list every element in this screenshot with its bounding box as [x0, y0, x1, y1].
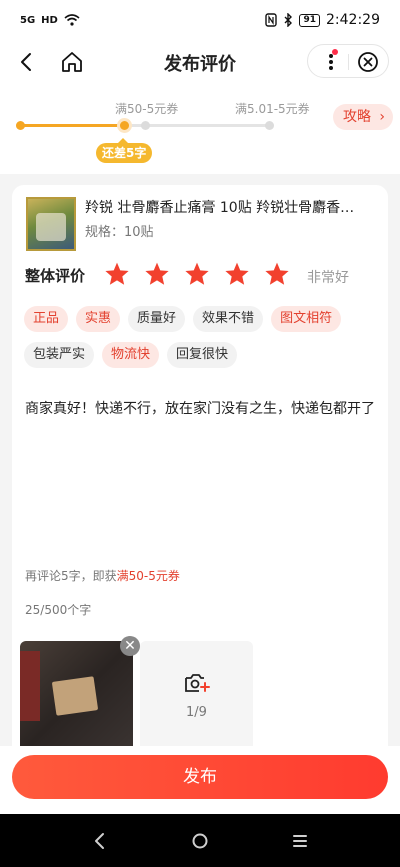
- reward-hint-prefix: 再评论5字，即获: [25, 569, 117, 583]
- reward-coupon: 满50-5元券: [116, 569, 180, 583]
- camera-add-icon: [185, 674, 210, 692]
- uploaded-photo[interactable]: [20, 641, 133, 754]
- reward-hint: 再评论5字，即获满50-5元券: [25, 567, 180, 584]
- tag-good-quality[interactable]: 质量好: [128, 306, 186, 332]
- hd-icon: HD: [41, 14, 58, 26]
- tag-good-value[interactable]: 实惠: [76, 306, 121, 332]
- signal-5g-icon: 5G: [20, 14, 36, 26]
- tag-matches-description[interactable]: 图文相符: [271, 306, 342, 332]
- add-photo-button[interactable]: 1/9: [140, 641, 253, 754]
- close-button[interactable]: [356, 50, 380, 74]
- nav-recents-icon[interactable]: [287, 828, 313, 854]
- product-image: [26, 197, 76, 251]
- remaining-chars-bubble: 还差5字: [96, 138, 153, 163]
- tag-secure-packaging[interactable]: 包装严实: [24, 342, 95, 368]
- tag-fast-reply[interactable]: 回复很快: [167, 342, 238, 368]
- tag-effective[interactable]: 效果不错: [193, 306, 264, 332]
- system-nav-bar: [0, 814, 400, 867]
- star-icon-3[interactable]: [184, 261, 210, 287]
- photo-content-box: [51, 676, 99, 716]
- status-bar: 5G HD 91 2:42:29: [0, 0, 400, 40]
- progress-current-dot: [120, 121, 129, 130]
- close-circle-icon: [358, 52, 378, 72]
- submit-bar: 发布: [0, 746, 400, 814]
- photo-count: 1/9: [186, 705, 207, 720]
- more-button[interactable]: [318, 49, 344, 75]
- capsule-divider: [348, 54, 349, 70]
- tips-label: 攻略: [343, 109, 371, 125]
- milestone-label-1: 满50-5元券: [115, 102, 179, 116]
- star-icon-2[interactable]: [144, 261, 170, 287]
- star-icon-1[interactable]: [104, 261, 130, 287]
- milestone-dot-1: [141, 121, 150, 130]
- battery-icon: 91: [299, 13, 321, 27]
- miniapp-capsule: [307, 44, 389, 78]
- product-spec: 规格：10贴: [85, 225, 154, 240]
- tag-fast-shipping[interactable]: 物流快: [102, 342, 160, 368]
- progress-start-dot: [16, 121, 25, 130]
- nav-header: 发布评价: [0, 40, 400, 84]
- milestone-dot-2: [265, 121, 274, 130]
- bluetooth-icon: [284, 13, 293, 27]
- nav-home-icon[interactable]: [187, 828, 213, 854]
- notification-dot: [332, 49, 338, 55]
- status-right: 91 2:42:29: [265, 12, 380, 28]
- rating-text: 非常好: [307, 270, 349, 286]
- review-tags: 正品 实惠 质量好 效果不错 图文相符 包装严实 物流快 回复很快: [24, 306, 384, 368]
- tag-authentic[interactable]: 正品: [24, 306, 69, 332]
- nav-back-icon[interactable]: [87, 828, 113, 854]
- product-name: 羚锐 壮骨麝香止痛膏 10贴 羚锐壮骨麝香…: [85, 200, 355, 216]
- rating-label: 整体评价: [25, 267, 86, 285]
- more-vertical-icon: [329, 54, 333, 70]
- milestone-label-2: 满5.01-5元券: [235, 102, 310, 116]
- star-rating: [104, 261, 290, 287]
- review-textarea[interactable]: 商家真好！快递不行，放在家门没有之生，快递包都开了: [25, 398, 380, 420]
- nfc-icon: [265, 13, 278, 27]
- char-count: 25/500个字: [25, 603, 92, 617]
- submit-button[interactable]: 发布: [12, 755, 388, 799]
- reward-progress: 满50-5元券 满5.01-5元券 还差5字 攻略 ›: [0, 84, 400, 174]
- tips-button[interactable]: 攻略 ›: [333, 104, 393, 130]
- star-icon-4[interactable]: [224, 261, 250, 287]
- chevron-right-icon: ›: [379, 109, 385, 125]
- wifi-icon: [64, 14, 80, 26]
- star-icon-5[interactable]: [264, 261, 290, 287]
- status-left: 5G HD: [20, 14, 80, 26]
- photo-content: [20, 651, 40, 721]
- remove-photo-button[interactable]: ✕: [120, 636, 140, 656]
- progress-filled-track: [20, 124, 125, 127]
- review-card: 羚锐 壮骨麝香止痛膏 10贴 羚锐壮骨麝香… 规格：10贴 整体评价 非常好 正…: [12, 185, 388, 785]
- clock: 2:42:29: [326, 12, 380, 28]
